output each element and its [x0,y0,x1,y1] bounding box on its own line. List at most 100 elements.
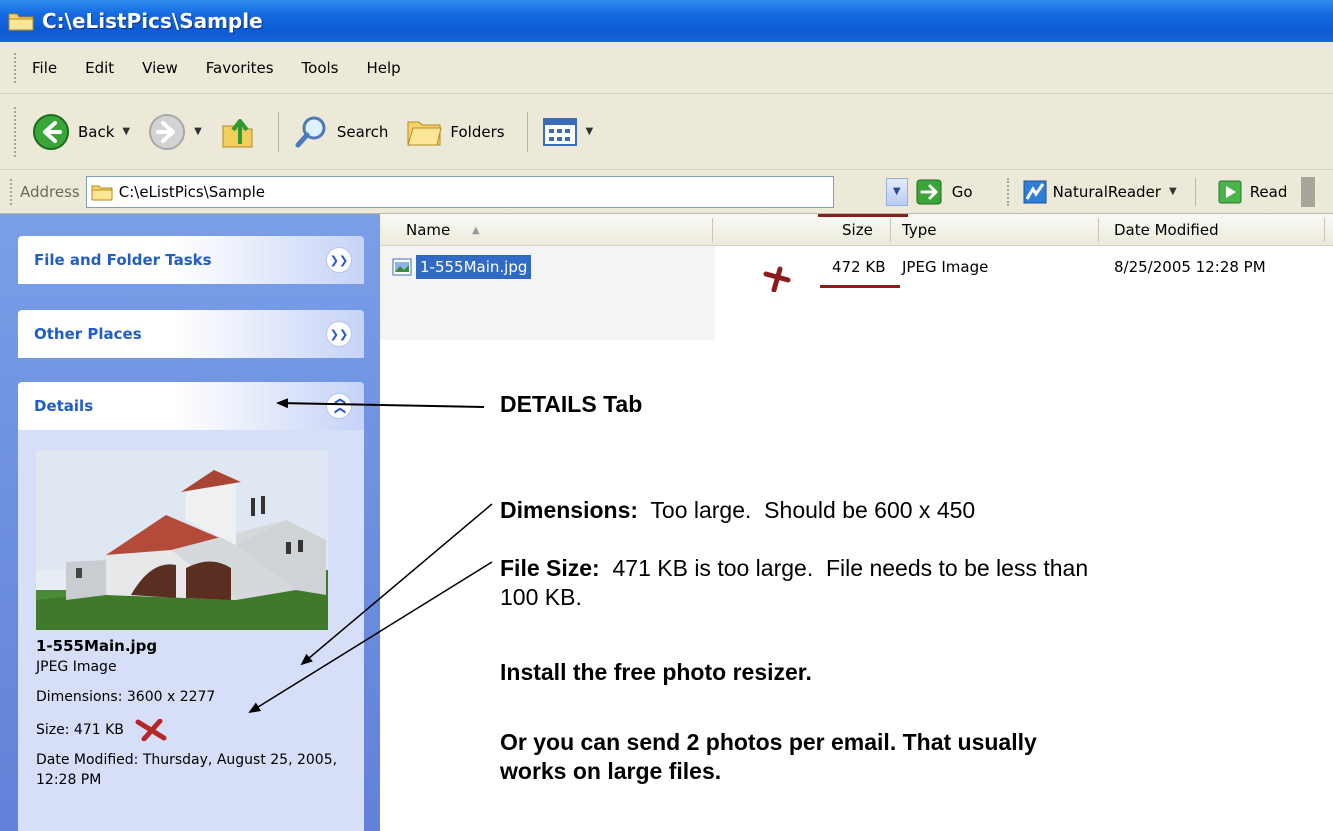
annotation-filesize-text-1: 471 KB is too large. File needs to be le… [599,555,1089,581]
go-label: Go [951,182,973,201]
column-size[interactable]: Size [842,221,873,239]
search-label: Search [336,122,389,141]
back-dropdown-icon[interactable]: ▼ [122,126,130,137]
detail-size-text: Size: 471 KB [36,722,124,738]
column-date-modified[interactable]: Date Modified [1114,221,1219,239]
address-grip [1006,177,1011,206]
red-x-mark-icon [763,266,791,292]
collapse-chevron-icon[interactable]: ❯❯ [326,393,352,419]
toolbar-separator [277,111,279,152]
column-header-row: Name ▲ Size Type Date Modified [380,214,1333,246]
annotation-filesize-text-2: 100 KB. [500,584,582,610]
menu-grip [14,52,18,83]
expand-chevron-icon[interactable]: ❯❯ [326,247,352,273]
file-name-text: 1-555Main.jpg [416,255,532,279]
annotation-email-text-1: Or you can send 2 photos per email. That… [500,729,1037,755]
other-places-title: Other Places [34,325,142,343]
address-label: Address [20,182,80,201]
address-bar-edge [1301,176,1316,207]
file-folder-tasks-header[interactable]: File and Folder Tasks ❯❯ [18,236,364,284]
annotation-email: Or you can send 2 photos per email. That… [500,728,1037,786]
window-title: C:\eListPics\Sample [42,9,263,33]
annotation-dimensions-text: Too large. Should be 600 x 450 [638,497,976,523]
folder-icon [91,185,113,200]
up-folder-button[interactable] [220,114,256,150]
read-label: Read [1249,182,1288,201]
address-bar: Address C:\eListPics\Sample ▼ Go Natural… [0,170,1333,214]
column-separator[interactable] [1324,218,1325,242]
other-places-header[interactable]: Other Places ❯❯ [18,310,364,358]
forward-button[interactable]: ▼ [148,113,202,151]
column-separator[interactable] [1098,218,1099,242]
address-input[interactable]: C:\eListPics\Sample [85,175,834,208]
address-grip [10,178,14,205]
jpeg-file-icon [392,258,412,276]
annotation-install: Install the free photo resizer. [500,658,812,687]
annotation-email-text-2: works on large files. [500,758,722,784]
detail-file-type: JPEG Image [36,659,117,675]
naturalreader-label: NaturalReader [1052,182,1161,201]
menu-edit[interactable]: Edit [85,59,114,77]
forward-arrow-icon [149,113,186,150]
column-separator[interactable] [712,218,713,242]
naturalreader-button[interactable]: NaturalReader ▼ [1023,180,1177,204]
toolbar-separator [526,111,528,152]
search-icon [295,116,326,147]
menu-tools[interactable]: Tools [302,59,339,77]
file-size-cell: 472 KB [832,258,886,276]
expand-chevron-icon[interactable]: ❯❯ [326,321,352,347]
annotation-install-text: Install the free photo resizer. [500,659,812,685]
up-folder-icon [222,118,253,147]
details-header[interactable]: Details ❯❯ [18,382,364,430]
folder-icon [8,13,34,31]
annotation-filesize-label: File Size: [500,555,600,581]
go-arrow-icon [916,179,942,204]
file-name-cell[interactable]: 1-555Main.jpg [392,252,532,282]
naturalreader-dropdown-icon[interactable]: ▼ [1169,186,1177,197]
size-value-underline [820,285,900,288]
search-button[interactable]: Search [293,114,389,150]
file-type-cell: JPEG Image [902,258,989,276]
task-pane: File and Folder Tasks ❯❯ Other Places ❯❯… [0,214,380,831]
menu-bar: File Edit View Favorites Tools Help [0,42,1333,94]
menu-help[interactable]: Help [367,59,401,77]
go-button[interactable]: Go [916,179,973,205]
size-header-underline [818,214,908,217]
views-icon [542,117,577,146]
address-dropdown-icon[interactable]: ▼ [885,177,908,206]
folders-button[interactable]: Folders [406,116,505,148]
folders-label: Folders [450,122,505,141]
title-bar: C:\eListPics\Sample [0,0,1333,42]
menu-file[interactable]: File [32,59,57,77]
views-dropdown-icon[interactable]: ▼ [586,126,594,137]
column-separator[interactable] [890,218,891,242]
play-icon [1218,180,1242,203]
column-type[interactable]: Type [902,221,936,239]
detail-dimensions: Dimensions: 3600 x 2277 [36,689,216,705]
annotation-file-size: File Size: 471 KB is too large. File nee… [500,554,1088,612]
menu-favorites[interactable]: Favorites [206,59,274,77]
back-button[interactable]: Back ▼ [32,113,130,151]
forward-dropdown-icon[interactable]: ▼ [194,126,202,137]
views-button[interactable]: ▼ [542,117,594,147]
address-path: C:\eListPics\Sample [118,182,266,201]
folders-icon [407,121,443,145]
menu-view[interactable]: View [142,59,178,77]
sort-ascending-icon: ▲ [472,225,480,236]
toolbar-grip [14,106,18,157]
column-name[interactable]: Name [406,221,450,239]
annotation-dimensions: Dimensions: Too large. Should be 600 x 4… [500,496,975,525]
read-button[interactable]: Read [1218,180,1288,204]
red-x-mark-icon [135,719,167,741]
back-arrow-icon [33,113,69,150]
file-folder-tasks-title: File and Folder Tasks [34,251,212,269]
toolbar: Back ▼ ▼ Search Folders ▼ [0,94,1333,170]
detail-size: Size: 471 KB [36,719,168,741]
back-label: Back [78,122,115,141]
image-thumbnail [36,450,328,630]
details-title: Details [34,397,94,415]
details-panel: 1-555Main.jpg JPEG Image Dimensions: 360… [18,430,364,831]
table-row[interactable]: 1-555Main.jpg 472 KB JPEG Image 8/25/200… [380,252,1333,292]
annotation-details-tab-text: DETAILS Tab [500,391,643,417]
annotation-dimensions-label: Dimensions: [500,497,639,523]
